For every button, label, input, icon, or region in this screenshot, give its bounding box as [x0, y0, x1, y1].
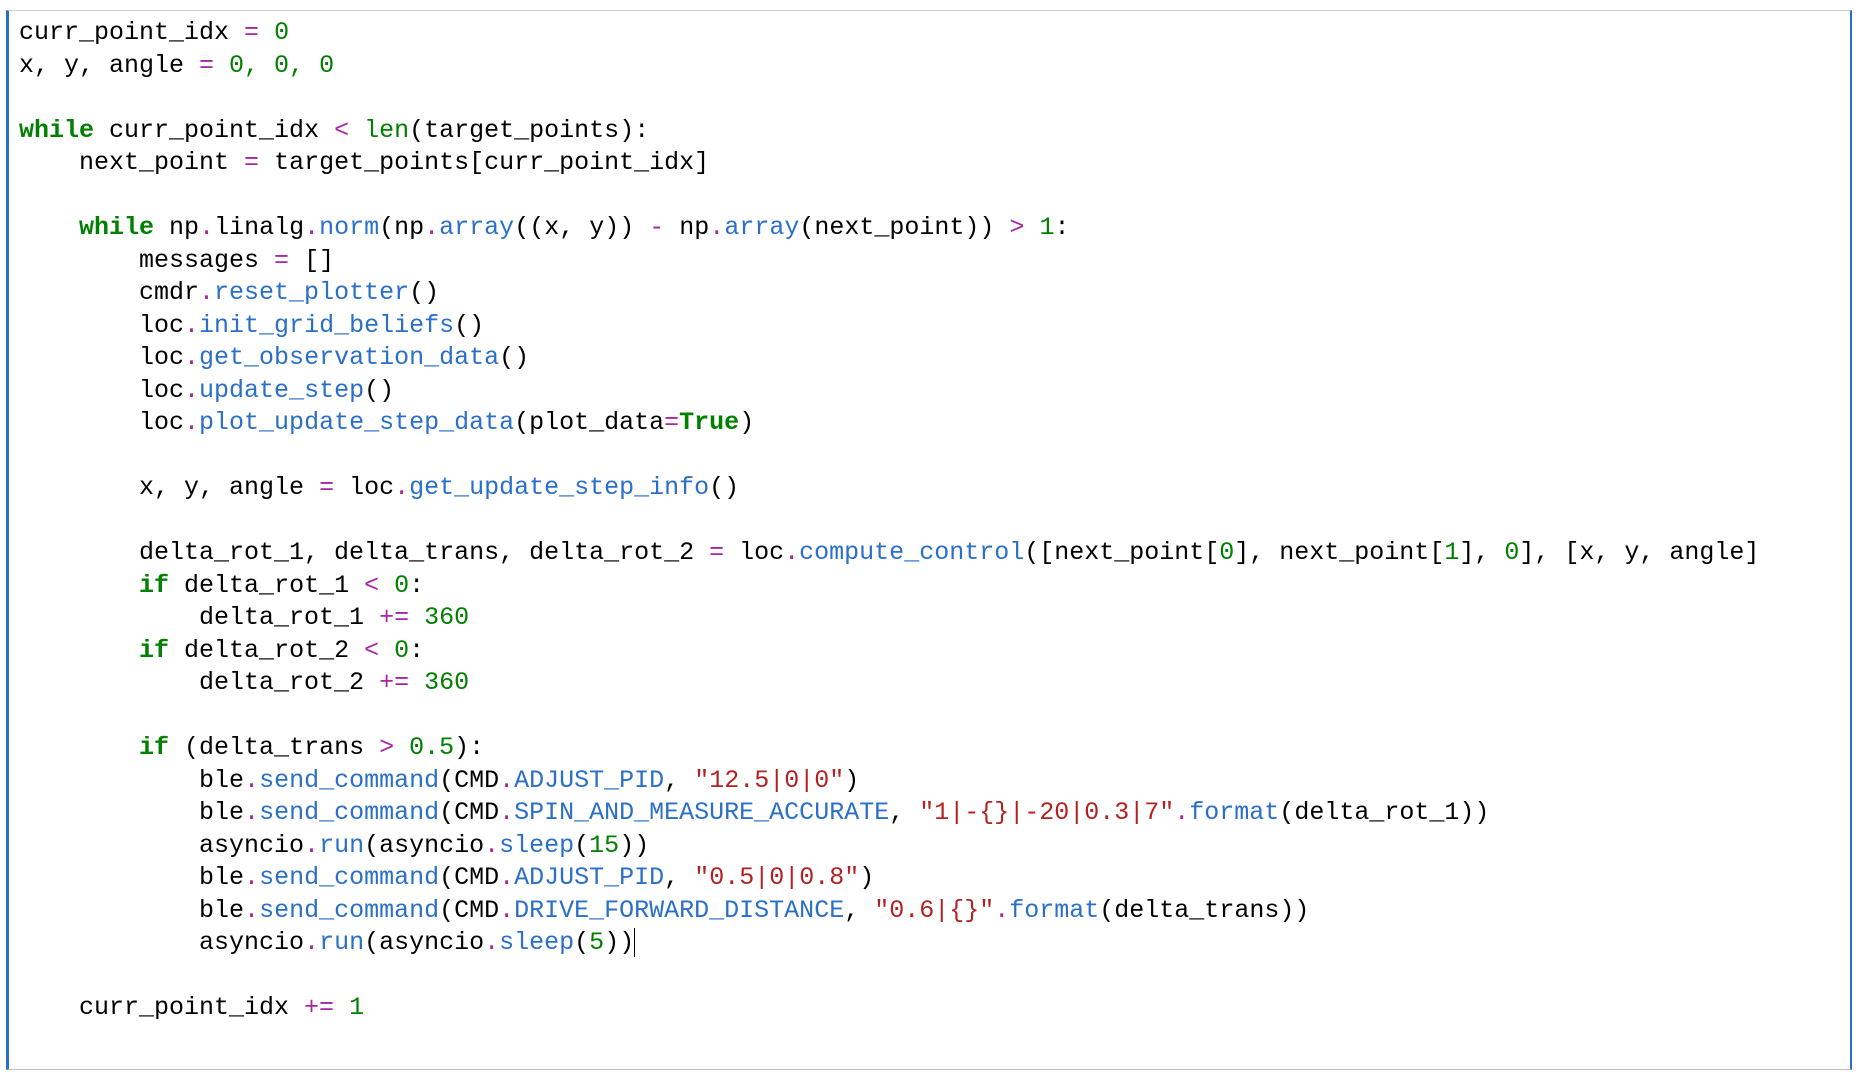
- code-line: ble.send_command(CMD.ADJUST_PID, "0.5|0|…: [19, 863, 874, 892]
- text-cursor: ): [619, 928, 635, 957]
- code-line: loc.update_step(): [19, 376, 394, 405]
- code-line: delta_rot_1, delta_trans, delta_rot_2 = …: [19, 538, 1759, 567]
- code-line: delta_rot_2 += 360: [19, 668, 469, 697]
- code-line: curr_point_idx += 1: [19, 993, 364, 1022]
- code-line: curr_point_idx = 0: [19, 18, 289, 47]
- code-line: loc.init_grid_beliefs(): [19, 311, 484, 340]
- code-line: asyncio.run(asyncio.sleep(15)): [19, 831, 649, 860]
- notebook-code-cell[interactable]: curr_point_idx = 0 x, y, angle = 0, 0, 0…: [6, 10, 1852, 1070]
- code-line: while curr_point_idx < len(target_points…: [19, 116, 649, 145]
- code-line: ble.send_command(CMD.DRIVE_FORWARD_DISTA…: [19, 896, 1309, 925]
- code-editor[interactable]: curr_point_idx = 0 x, y, angle = 0, 0, 0…: [9, 11, 1850, 1031]
- code-line: while np.linalg.norm(np.array((x, y)) - …: [19, 213, 1069, 242]
- code-line: x, y, angle = 0, 0, 0: [19, 51, 334, 80]
- code-line: next_point = target_points[curr_point_id…: [19, 148, 709, 177]
- code-line: if delta_rot_1 < 0:: [19, 571, 424, 600]
- code-line: ble.send_command(CMD.ADJUST_PID, "12.5|0…: [19, 766, 859, 795]
- code-line: messages = []: [19, 246, 334, 275]
- code-line: ble.send_command(CMD.SPIN_AND_MEASURE_AC…: [19, 798, 1489, 827]
- code-line: if (delta_trans > 0.5):: [19, 733, 484, 762]
- code-line: x, y, angle = loc.get_update_step_info(): [19, 473, 739, 502]
- code-line: if delta_rot_2 < 0:: [19, 636, 424, 665]
- code-line: loc.plot_update_step_data(plot_data=True…: [19, 408, 754, 437]
- code-line: asyncio.run(asyncio.sleep(5)): [19, 928, 635, 957]
- code-line: loc.get_observation_data(): [19, 343, 529, 372]
- code-line: delta_rot_1 += 360: [19, 603, 469, 632]
- code-line: cmdr.reset_plotter(): [19, 278, 439, 307]
